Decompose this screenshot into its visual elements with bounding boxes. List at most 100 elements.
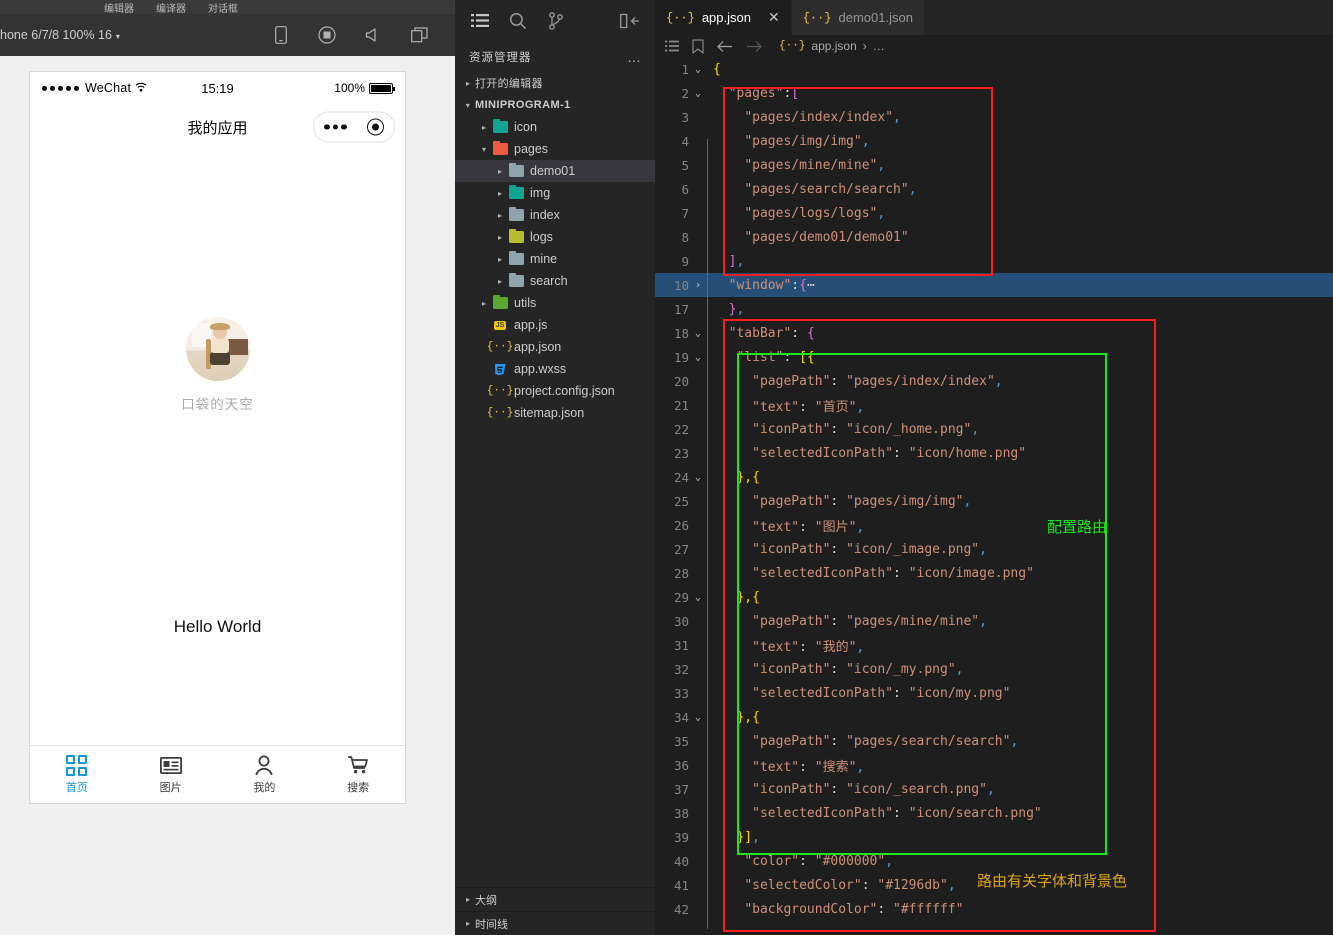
breadcrumb-path[interactable]: {··} app.json › …: [779, 39, 885, 53]
fold-toggle-icon[interactable]: ⌄: [689, 712, 707, 723]
close-target-icon[interactable]: [366, 118, 384, 136]
menu-item-0[interactable]: 编辑器: [104, 0, 134, 15]
device-selector[interactable]: hone 6/7/8 100% 16 ▾: [0, 28, 120, 42]
record-icon[interactable]: [317, 25, 337, 45]
more-dots-icon[interactable]: [324, 124, 347, 130]
breadcrumb-rest[interactable]: …: [873, 39, 885, 53]
bookmark-icon[interactable]: [692, 38, 704, 54]
tree-item-demo01[interactable]: ▸ demo01: [455, 160, 655, 182]
code-line[interactable]: 23 "selectedIconPath": "icon/home.png": [655, 441, 1333, 465]
code-lines[interactable]: 1 ⌄{2 ⌄ "pages":[3 "pages/index/index", 4 "…: [655, 57, 1333, 921]
code-line[interactable]: 29 ⌄ },{: [655, 585, 1333, 609]
explorer-section-timeline[interactable]: ▸ 时间线: [455, 911, 655, 935]
menu-item-1[interactable]: 编译器: [156, 0, 186, 15]
fold-toggle-icon[interactable]: ›: [689, 280, 707, 291]
code-line[interactable]: 1 ⌄ {: [655, 57, 1333, 81]
line-number: 32: [673, 661, 689, 677]
tree-item-[interactable]: ▸ 打开的编辑器: [455, 72, 655, 94]
explorer-more-icon[interactable]: …: [627, 49, 643, 65]
code-line[interactable]: 39 }],: [655, 825, 1333, 849]
tree-item-icon[interactable]: ▸ icon: [455, 116, 655, 138]
forward-arrow-icon[interactable]: [746, 40, 762, 53]
code-line[interactable]: 34 ⌄ },{: [655, 705, 1333, 729]
tree-item-pages[interactable]: ▾ pages: [455, 138, 655, 160]
menu-item-2[interactable]: 对话框: [208, 0, 238, 15]
tree-item-app-wxss[interactable]: ▸app.wxss: [455, 358, 655, 380]
code-line[interactable]: 26 "text": "图片",: [655, 513, 1333, 537]
code-line[interactable]: 27 "iconPath": "icon/_image.png",: [655, 537, 1333, 561]
code-line-text: "text": "首页",: [752, 399, 865, 415]
tabbar-item-image[interactable]: 图片: [124, 746, 218, 803]
tree-item-logs[interactable]: ▸ logs: [455, 226, 655, 248]
explorer-icon[interactable]: [469, 10, 491, 32]
phone-icon[interactable]: [271, 25, 291, 45]
tree-item-app-js[interactable]: ▸JSapp.js: [455, 314, 655, 336]
breadcrumb-file[interactable]: app.json: [811, 39, 856, 53]
fold-toggle-icon[interactable]: ⌄: [689, 472, 707, 483]
explorer-section-outline[interactable]: ▸ 大纲: [455, 887, 655, 911]
collapse-panel-icon[interactable]: [619, 10, 641, 32]
fold-toggle-icon[interactable]: ⌄: [689, 352, 707, 363]
code-line[interactable]: 3 "pages/index/index",: [655, 105, 1333, 129]
code-line[interactable]: 30 "pagePath": "pages/mine/mine",: [655, 609, 1333, 633]
code-line-text: "selectedIconPath": "icon/search.png": [752, 805, 1042, 821]
code-line[interactable]: 38 "selectedIconPath": "icon/search.png": [655, 801, 1333, 825]
tree-item-index[interactable]: ▸ index: [455, 204, 655, 226]
tree-item-app-json[interactable]: ▸{··}app.json: [455, 336, 655, 358]
code-line[interactable]: 33 "selectedIconPath": "icon/my.png": [655, 681, 1333, 705]
code-line[interactable]: 8 "pages/demo01/demo01": [655, 225, 1333, 249]
tree-item-project-config-json[interactable]: ▸{··}project.config.json: [455, 380, 655, 402]
source-control-icon[interactable]: [545, 10, 567, 32]
code-line[interactable]: 42 "backgroundColor": "#ffffff": [655, 897, 1333, 921]
code-line[interactable]: 17 },: [655, 297, 1333, 321]
top-menubar[interactable]: 编辑器 编译器 对话框: [0, 0, 455, 14]
code-line[interactable]: 37 "iconPath": "icon/_search.png",: [655, 777, 1333, 801]
code-line[interactable]: 19 ⌄ "list": [{: [655, 345, 1333, 369]
tree-item-utils[interactable]: ▸ utils: [455, 292, 655, 314]
code-line[interactable]: 7 "pages/logs/logs",: [655, 201, 1333, 225]
tree-item-miniprogram-1[interactable]: ▾ MINIPROGRAM-1: [455, 94, 655, 116]
close-icon[interactable]: ✕: [768, 9, 780, 26]
code-line[interactable]: 36 "text": "搜索",: [655, 753, 1333, 777]
fold-toggle-icon[interactable]: ⌄: [689, 88, 707, 99]
code-line[interactable]: 2 ⌄ "pages":[: [655, 81, 1333, 105]
tabbar-item-search[interactable]: 搜索: [311, 746, 405, 803]
tree-item-search[interactable]: ▸ search: [455, 270, 655, 292]
fold-toggle-icon[interactable]: ⌄: [689, 64, 707, 75]
code-editor[interactable]: 1 ⌄{2 ⌄ "pages":[3 "pages/index/index", 4 "…: [655, 57, 1333, 935]
fold-toggle-icon[interactable]: ⌄: [689, 328, 707, 339]
code-line[interactable]: 35 "pagePath": "pages/search/search",: [655, 729, 1333, 753]
code-line[interactable]: 20 "pagePath": "pages/index/index",: [655, 369, 1333, 393]
sound-icon[interactable]: [363, 25, 383, 45]
code-line[interactable]: 22 "iconPath": "icon/_home.png",: [655, 417, 1333, 441]
back-arrow-icon[interactable]: [717, 40, 733, 53]
file-tree[interactable]: ▸ 打开的编辑器 ▾ MINIPROGRAM-1 ▸ icon ▾ pages ▸ demo01 ▸…: [455, 72, 655, 424]
tree-item-img[interactable]: ▸ img: [455, 182, 655, 204]
code-line[interactable]: 21 "text": "首页",: [655, 393, 1333, 417]
wechat-capsule[interactable]: [313, 111, 395, 143]
tree-item-mine[interactable]: ▸ mine: [455, 248, 655, 270]
code-line[interactable]: 25 "pagePath": "pages/img/img",: [655, 489, 1333, 513]
code-line[interactable]: 31 "text": "我的",: [655, 633, 1333, 657]
code-line[interactable]: 10 › "window":{⋯: [655, 273, 1333, 297]
tree-item-sitemap-json[interactable]: ▸{··}sitemap.json: [455, 402, 655, 424]
code-line[interactable]: 24 ⌄ },{: [655, 465, 1333, 489]
editor-tab-app-json[interactable]: {··} app.json ✕: [655, 0, 792, 35]
explorer-panel: 资源管理器 … ▸ 打开的编辑器 ▾ MINIPROGRAM-1 ▸ icon ▾ pages…: [455, 0, 655, 935]
code-line-text: "pages/img/img",: [744, 133, 870, 149]
code-line[interactable]: 18 ⌄ "tabBar": {: [655, 321, 1333, 345]
fold-toggle-icon[interactable]: ⌄: [689, 592, 707, 603]
code-line[interactable]: 4 "pages/img/img",: [655, 129, 1333, 153]
outline-icon[interactable]: [665, 40, 679, 52]
code-line[interactable]: 6 "pages/search/search",: [655, 177, 1333, 201]
chevron-right-icon: ▸: [465, 895, 470, 904]
code-line[interactable]: 5 "pages/mine/mine",: [655, 153, 1333, 177]
window-icon[interactable]: [409, 25, 429, 45]
search-icon[interactable]: [507, 10, 529, 32]
editor-tab-demo01-json[interactable]: {··} demo01.json: [791, 0, 925, 35]
tabbar-item-home[interactable]: 首页: [30, 746, 124, 803]
code-line[interactable]: 28 "selectedIconPath": "icon/image.png": [655, 561, 1333, 585]
code-line[interactable]: 9 ],: [655, 249, 1333, 273]
code-line[interactable]: 32 "iconPath": "icon/_my.png",: [655, 657, 1333, 681]
tabbar-item-mine[interactable]: 我的: [218, 746, 312, 803]
